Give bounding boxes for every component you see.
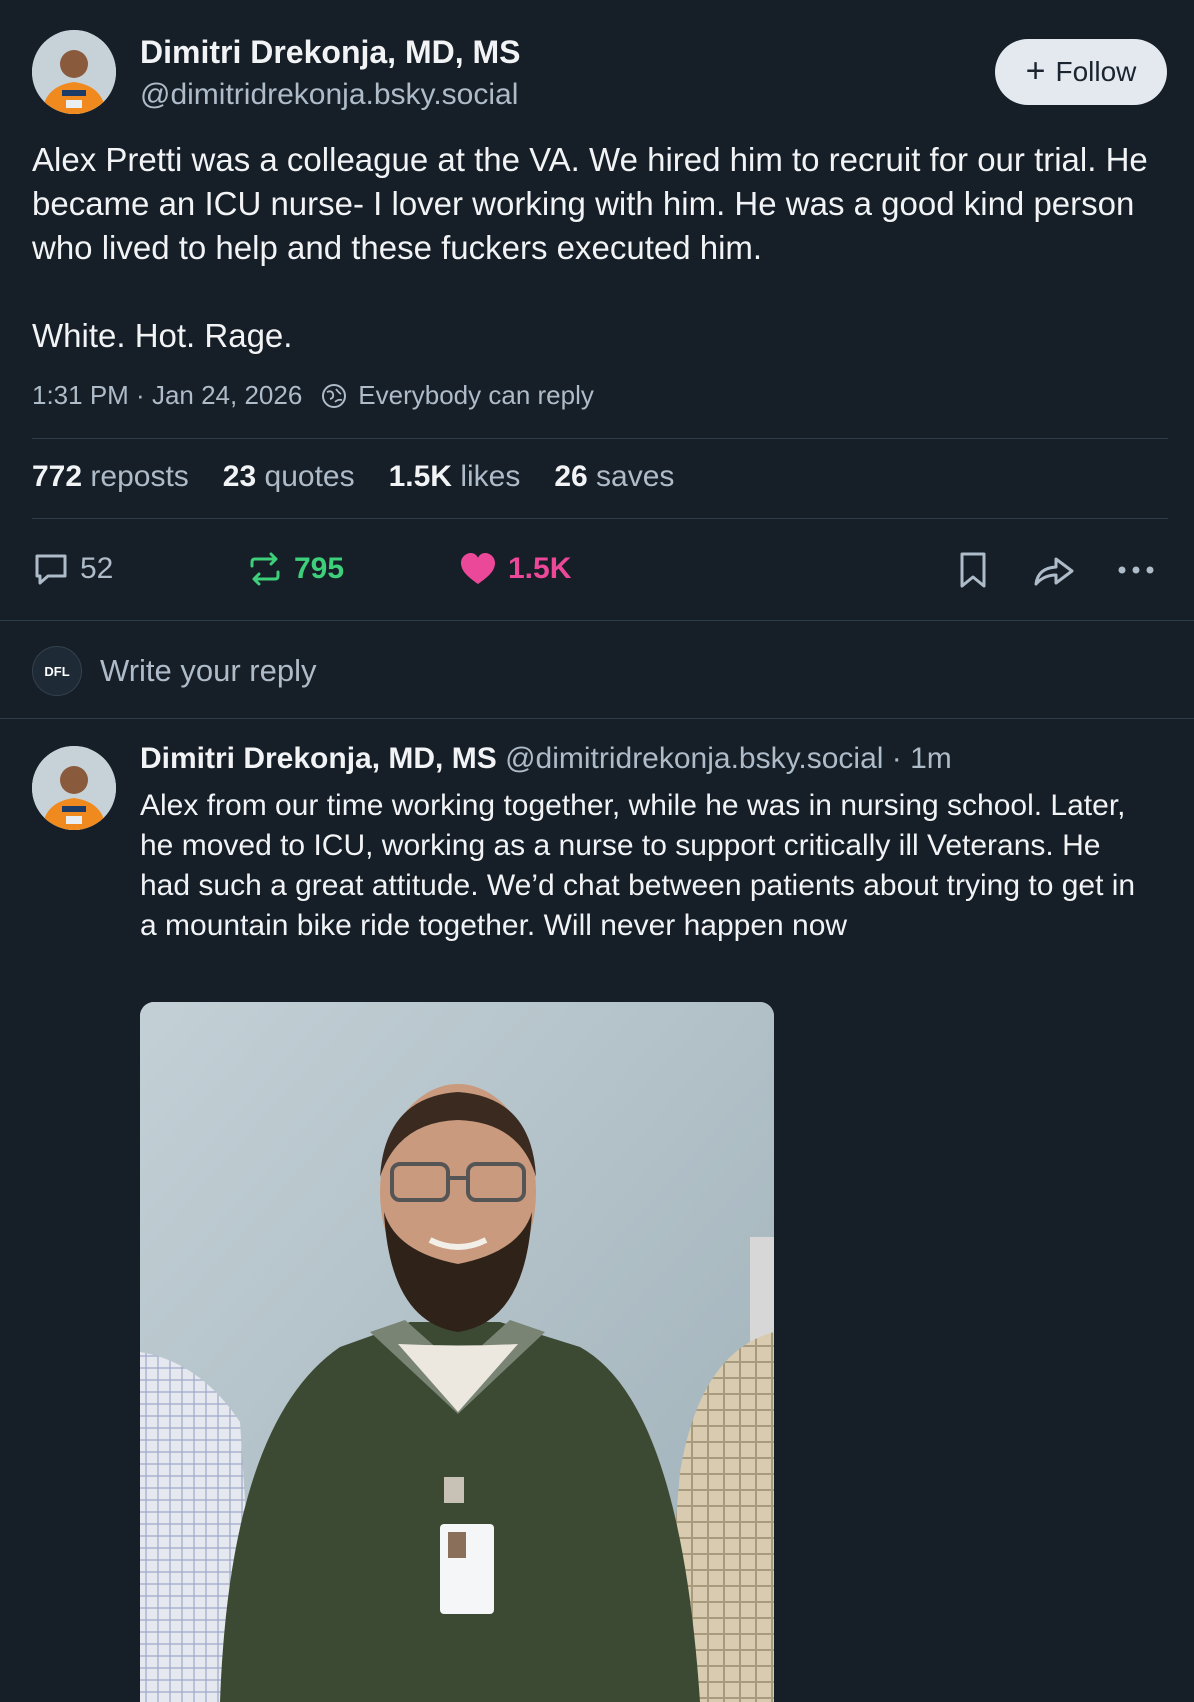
quotes-stat[interactable]: 23 quotes bbox=[223, 460, 355, 494]
follow-label: Follow bbox=[1055, 56, 1137, 87]
share-icon bbox=[1034, 557, 1074, 586]
plus-icon: + bbox=[1025, 51, 1046, 90]
my-avatar: DFL bbox=[32, 646, 82, 696]
reply-photo[interactable] bbox=[140, 1002, 774, 1702]
reply-text: Alex from our time working together, whi… bbox=[140, 789, 1136, 942]
post-text-paragraph: White. Hot. Rage. bbox=[32, 317, 293, 354]
post-text-paragraph: Alex Pretti was a colleague at the VA. W… bbox=[32, 141, 1148, 266]
meta-separator: · bbox=[128, 380, 152, 410]
repost-icon bbox=[250, 552, 280, 586]
follow-button[interactable]: + Follow bbox=[995, 39, 1167, 105]
author-avatar[interactable] bbox=[32, 30, 116, 114]
like-count: 1.5K bbox=[508, 552, 572, 585]
divider bbox=[32, 518, 1168, 519]
author-handle[interactable]: @dimitridrekonja.bsky.social bbox=[140, 78, 518, 112]
bookmark-button[interactable] bbox=[956, 550, 990, 590]
my-avatar-text: DFL bbox=[44, 663, 70, 679]
repost-count: 795 bbox=[294, 552, 345, 585]
like-button[interactable]: 1.5K bbox=[458, 550, 571, 588]
heart-icon bbox=[461, 553, 495, 584]
bookmark-icon bbox=[960, 552, 986, 588]
reply-author-handle[interactable]: @dimitridrekonja.bsky.social bbox=[505, 742, 883, 775]
post-stats: 772 reposts 23 quotes 1.5K likes 26 save… bbox=[32, 460, 674, 494]
reply-age: · 1m bbox=[891, 742, 952, 775]
globe-icon bbox=[322, 383, 347, 408]
reply-composer[interactable]: DFL Write your reply bbox=[32, 646, 317, 696]
reply-input-placeholder[interactable]: Write your reply bbox=[100, 653, 317, 689]
saves-stat[interactable]: 26 saves bbox=[554, 460, 674, 494]
divider bbox=[32, 438, 1168, 439]
share-button[interactable] bbox=[1032, 550, 1076, 590]
more-icon bbox=[1118, 566, 1154, 574]
section-divider bbox=[0, 718, 1194, 719]
reply-header: Dimitri Drekonja, MD, MS @dimitridrekonj… bbox=[140, 742, 952, 776]
post-meta: 1:31 PM · Jan 24, 2026 Everybody can rep… bbox=[32, 380, 594, 411]
reply-count: 52 bbox=[80, 552, 114, 585]
likes-stat[interactable]: 1.5K likes bbox=[389, 460, 521, 494]
reply-author-avatar[interactable] bbox=[32, 746, 116, 830]
reply-setting[interactable]: Everybody can reply bbox=[358, 380, 594, 411]
more-button[interactable] bbox=[1114, 550, 1158, 590]
reposts-stat[interactable]: 772 reposts bbox=[32, 460, 189, 494]
post-time: 1:31 PM bbox=[32, 380, 129, 410]
author-name[interactable]: Dimitri Drekonja, MD, MS bbox=[140, 34, 521, 71]
reply-bubble-icon bbox=[35, 554, 67, 585]
post-date: Jan 24, 2026 bbox=[151, 380, 303, 410]
section-divider bbox=[0, 620, 1194, 621]
reply-button[interactable]: 52 bbox=[32, 550, 113, 588]
reply-author-name[interactable]: Dimitri Drekonja, MD, MS bbox=[140, 742, 497, 775]
repost-button[interactable]: 795 bbox=[246, 550, 344, 588]
post-text: Alex Pretti was a colleague at the VA. W… bbox=[32, 138, 1172, 358]
